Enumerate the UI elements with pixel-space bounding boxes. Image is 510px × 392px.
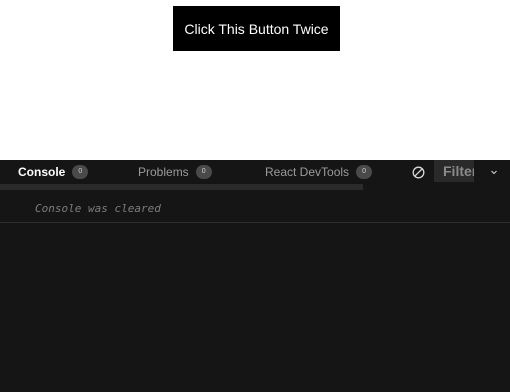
clear-console-icon[interactable] — [412, 166, 425, 179]
console-count-badge: 0 — [72, 165, 89, 179]
tab-react-devtools-label: React DevTools — [265, 165, 350, 179]
tab-problems[interactable]: Problems 0 — [138, 160, 212, 184]
console-output: Console was cleared — [0, 190, 510, 392]
tab-problems-label: Problems — [138, 165, 189, 179]
filter-input[interactable] — [434, 160, 474, 182]
devtools-tabbar: Console 0 Problems 0 React DevTools 0 — [0, 160, 510, 184]
console-divider — [0, 222, 510, 223]
tab-console-label: Console — [18, 165, 66, 179]
devtools-panel: Console 0 Problems 0 React DevTools 0 Co… — [0, 160, 510, 392]
problems-count-badge: 0 — [195, 165, 212, 179]
react-devtools-count-badge: 0 — [356, 165, 373, 179]
chevron-down-icon[interactable] — [489, 167, 499, 177]
console-cleared-message: Console was cleared — [35, 202, 161, 215]
tab-react-devtools[interactable]: React DevTools 0 — [265, 160, 373, 184]
tab-console[interactable]: Console 0 — [18, 160, 89, 184]
click-twice-button[interactable]: Click This Button Twice — [173, 6, 340, 51]
preview-pane: Click This Button Twice — [0, 0, 510, 160]
